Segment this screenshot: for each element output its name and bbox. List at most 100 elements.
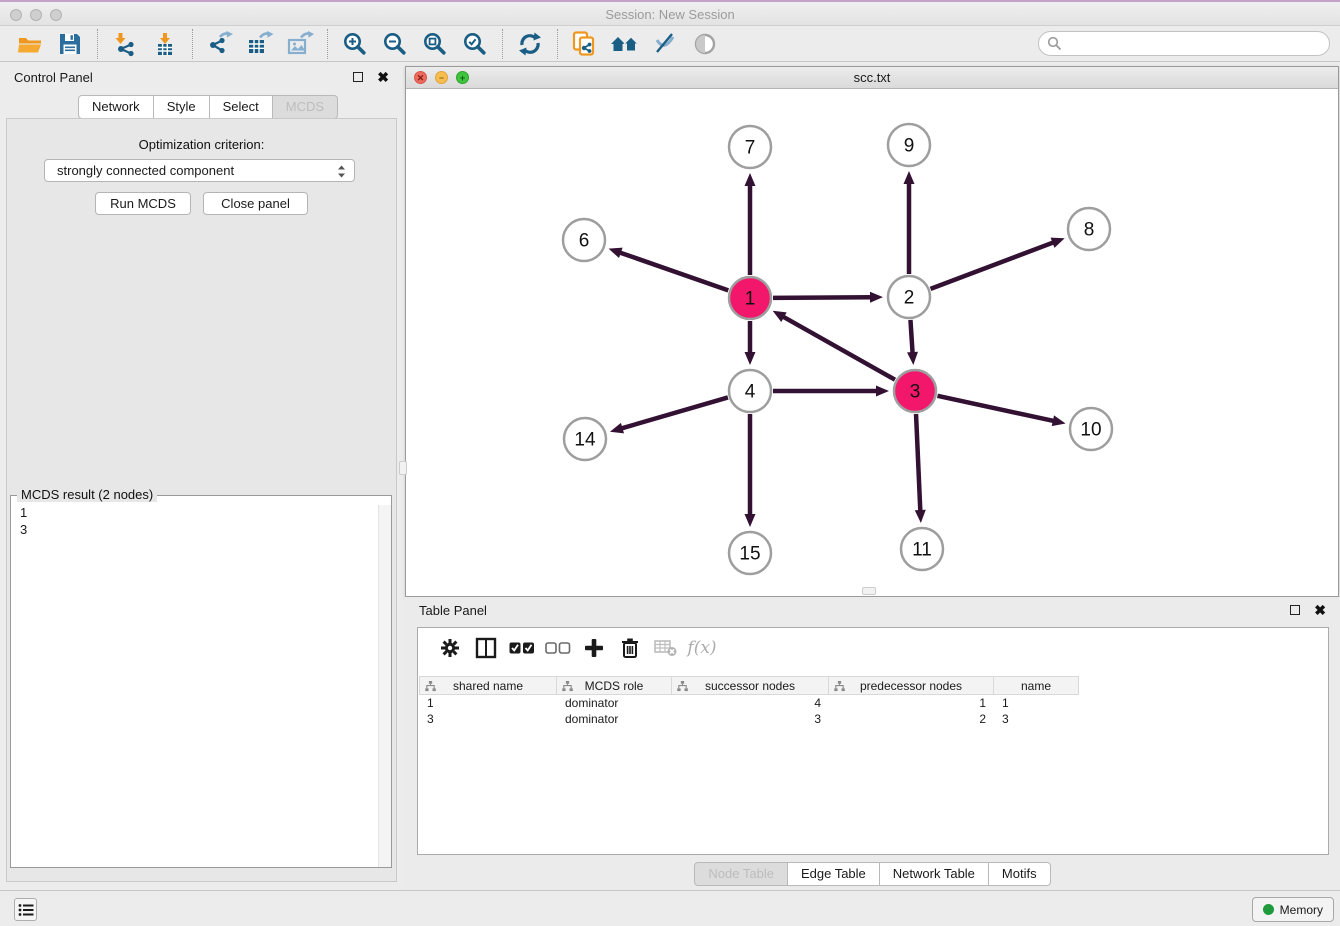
zoom-out-button[interactable]: [375, 28, 415, 60]
open-session-button[interactable]: [10, 28, 50, 60]
import-network-button[interactable]: [105, 28, 145, 60]
edge-4-14[interactable]: [610, 397, 728, 433]
edge-1-2[interactable]: [773, 292, 883, 303]
close-panel-icon[interactable]: ✖: [377, 72, 389, 82]
table-header-row: shared nameMCDS rolesuccessor nodesprede…: [419, 676, 1327, 695]
hierarchy-icon: [677, 681, 688, 692]
network-graph[interactable]: 7 9 6 8 1 2 4 3 14 10 15 11: [406, 89, 1338, 596]
edge-2-3[interactable]: [907, 320, 918, 365]
result-scrollbar[interactable]: [378, 505, 391, 867]
node-label: 6: [579, 231, 590, 252]
criterion-dropdown[interactable]: strongly connected component: [44, 159, 355, 182]
mcds-result-title: MCDS result (2 nodes): [17, 487, 157, 502]
float-panel-icon[interactable]: [353, 72, 363, 82]
function-builder-button[interactable]: f(x): [684, 633, 720, 663]
edge-1-4[interactable]: [745, 321, 756, 365]
column-header-predecessor-nodes[interactable]: predecessor nodes: [829, 676, 994, 695]
run-mcds-button[interactable]: Run MCDS: [95, 192, 191, 215]
close-table-panel-icon[interactable]: ✖: [1314, 605, 1326, 615]
column-header-MCDS-role[interactable]: MCDS role: [557, 676, 672, 695]
tab-motifs[interactable]: Motifs: [989, 862, 1051, 886]
table-tabs: Node TableEdge TableNetwork TableMotifs: [405, 862, 1340, 886]
tab-network[interactable]: Network: [78, 95, 154, 119]
delete-column-button[interactable]: [612, 633, 648, 663]
horizontal-splitter-handle[interactable]: [862, 587, 876, 595]
birdseye-view-button[interactable]: [685, 28, 725, 60]
node-14[interactable]: 14: [564, 418, 606, 460]
float-table-panel-icon[interactable]: [1290, 605, 1300, 615]
edge-4-15[interactable]: [745, 414, 756, 527]
toolbar-separator: [192, 29, 193, 59]
column-header-name[interactable]: name: [994, 676, 1079, 695]
edge-3-10[interactable]: [937, 396, 1065, 426]
edge-2-8[interactable]: [931, 238, 1065, 289]
show-column-button[interactable]: [468, 633, 504, 663]
network-canvas[interactable]: 7 9 6 8 1 2 4 3 14 10 15 11: [406, 89, 1338, 596]
toolbar-separator: [97, 29, 98, 59]
node-8[interactable]: 8: [1068, 208, 1110, 250]
node-1[interactable]: 1: [729, 277, 771, 319]
edge-1-7[interactable]: [745, 173, 756, 275]
tab-node-table[interactable]: Node Table: [694, 862, 788, 886]
node-label: 2: [904, 288, 915, 309]
tab-edge-table[interactable]: Edge Table: [788, 862, 880, 886]
tab-style[interactable]: Style: [154, 95, 210, 119]
node-label: 3: [910, 382, 921, 403]
node-3[interactable]: 3: [894, 370, 936, 412]
edge-3-1[interactable]: [773, 311, 895, 380]
tab-select[interactable]: Select: [210, 95, 273, 119]
tab-network-table[interactable]: Network Table: [880, 862, 989, 886]
zoom-selected-button[interactable]: [455, 28, 495, 60]
show-hide-graphics-details-button[interactable]: [645, 28, 685, 60]
refresh-button[interactable]: [510, 28, 550, 60]
import-table-button[interactable]: [145, 28, 185, 60]
node-6[interactable]: 6: [563, 219, 605, 261]
export-image-icon: [286, 31, 314, 57]
table-panel: Table Panel ✖: [405, 597, 1340, 890]
show-panels-button[interactable]: [14, 898, 37, 921]
node-4[interactable]: 4: [729, 370, 771, 412]
create-column-button[interactable]: [576, 633, 612, 663]
clone-network-button[interactable]: [565, 28, 605, 60]
edge-2-9[interactable]: [904, 171, 915, 274]
export-table-icon: [246, 31, 274, 57]
node-9[interactable]: 9: [888, 124, 930, 166]
export-network-button[interactable]: [200, 28, 240, 60]
node-7[interactable]: 7: [729, 126, 771, 168]
import-network-icon: [112, 31, 138, 57]
edge-3-11[interactable]: [915, 414, 926, 523]
edge-4-3[interactable]: [773, 386, 889, 397]
close-panel-button[interactable]: Close panel: [203, 192, 308, 215]
table-cell: 1: [829, 695, 994, 711]
export-table-button[interactable]: [240, 28, 280, 60]
node-2[interactable]: 2: [888, 276, 930, 318]
zoom-fit-button[interactable]: [415, 28, 455, 60]
unselect-all-columns-button[interactable]: [540, 633, 576, 663]
node-10[interactable]: 10: [1070, 408, 1112, 450]
save-session-button[interactable]: [50, 28, 90, 60]
column-header-shared-name[interactable]: shared name: [419, 676, 557, 695]
window-title: Session: New Session: [0, 7, 1340, 22]
zoom-in-button[interactable]: [335, 28, 375, 60]
control-panel: Control Panel ✖ NetworkStyleSelectMCDS O…: [0, 62, 403, 890]
table-rows: 1dominator4113dominator323: [419, 695, 1327, 727]
tab-mcds[interactable]: MCDS: [273, 95, 338, 119]
node-11[interactable]: 11: [901, 528, 943, 570]
node-15[interactable]: 15: [729, 532, 771, 574]
table-toolbar: f(x): [418, 628, 1328, 668]
hierarchy-icon: [425, 681, 436, 692]
first-neighbors-button[interactable]: [605, 28, 645, 60]
window-titlebar: Session: New Session: [0, 0, 1340, 26]
table-settings-button[interactable]: [432, 633, 468, 663]
edge-1-6[interactable]: [609, 248, 729, 291]
network-window-titlebar[interactable]: ✕ − + scc.txt: [406, 67, 1338, 89]
delete-table-button[interactable]: [648, 633, 684, 663]
memory-button[interactable]: Memory: [1252, 897, 1334, 922]
select-all-columns-button[interactable]: [504, 633, 540, 663]
vertical-splitter-handle[interactable]: [399, 461, 407, 475]
column-header-successor-nodes[interactable]: successor nodes: [672, 676, 829, 695]
table-row[interactable]: 3dominator323: [419, 711, 1327, 727]
table-row[interactable]: 1dominator411: [419, 695, 1327, 711]
search-input[interactable]: [1067, 34, 1329, 54]
export-image-button[interactable]: [280, 28, 320, 60]
